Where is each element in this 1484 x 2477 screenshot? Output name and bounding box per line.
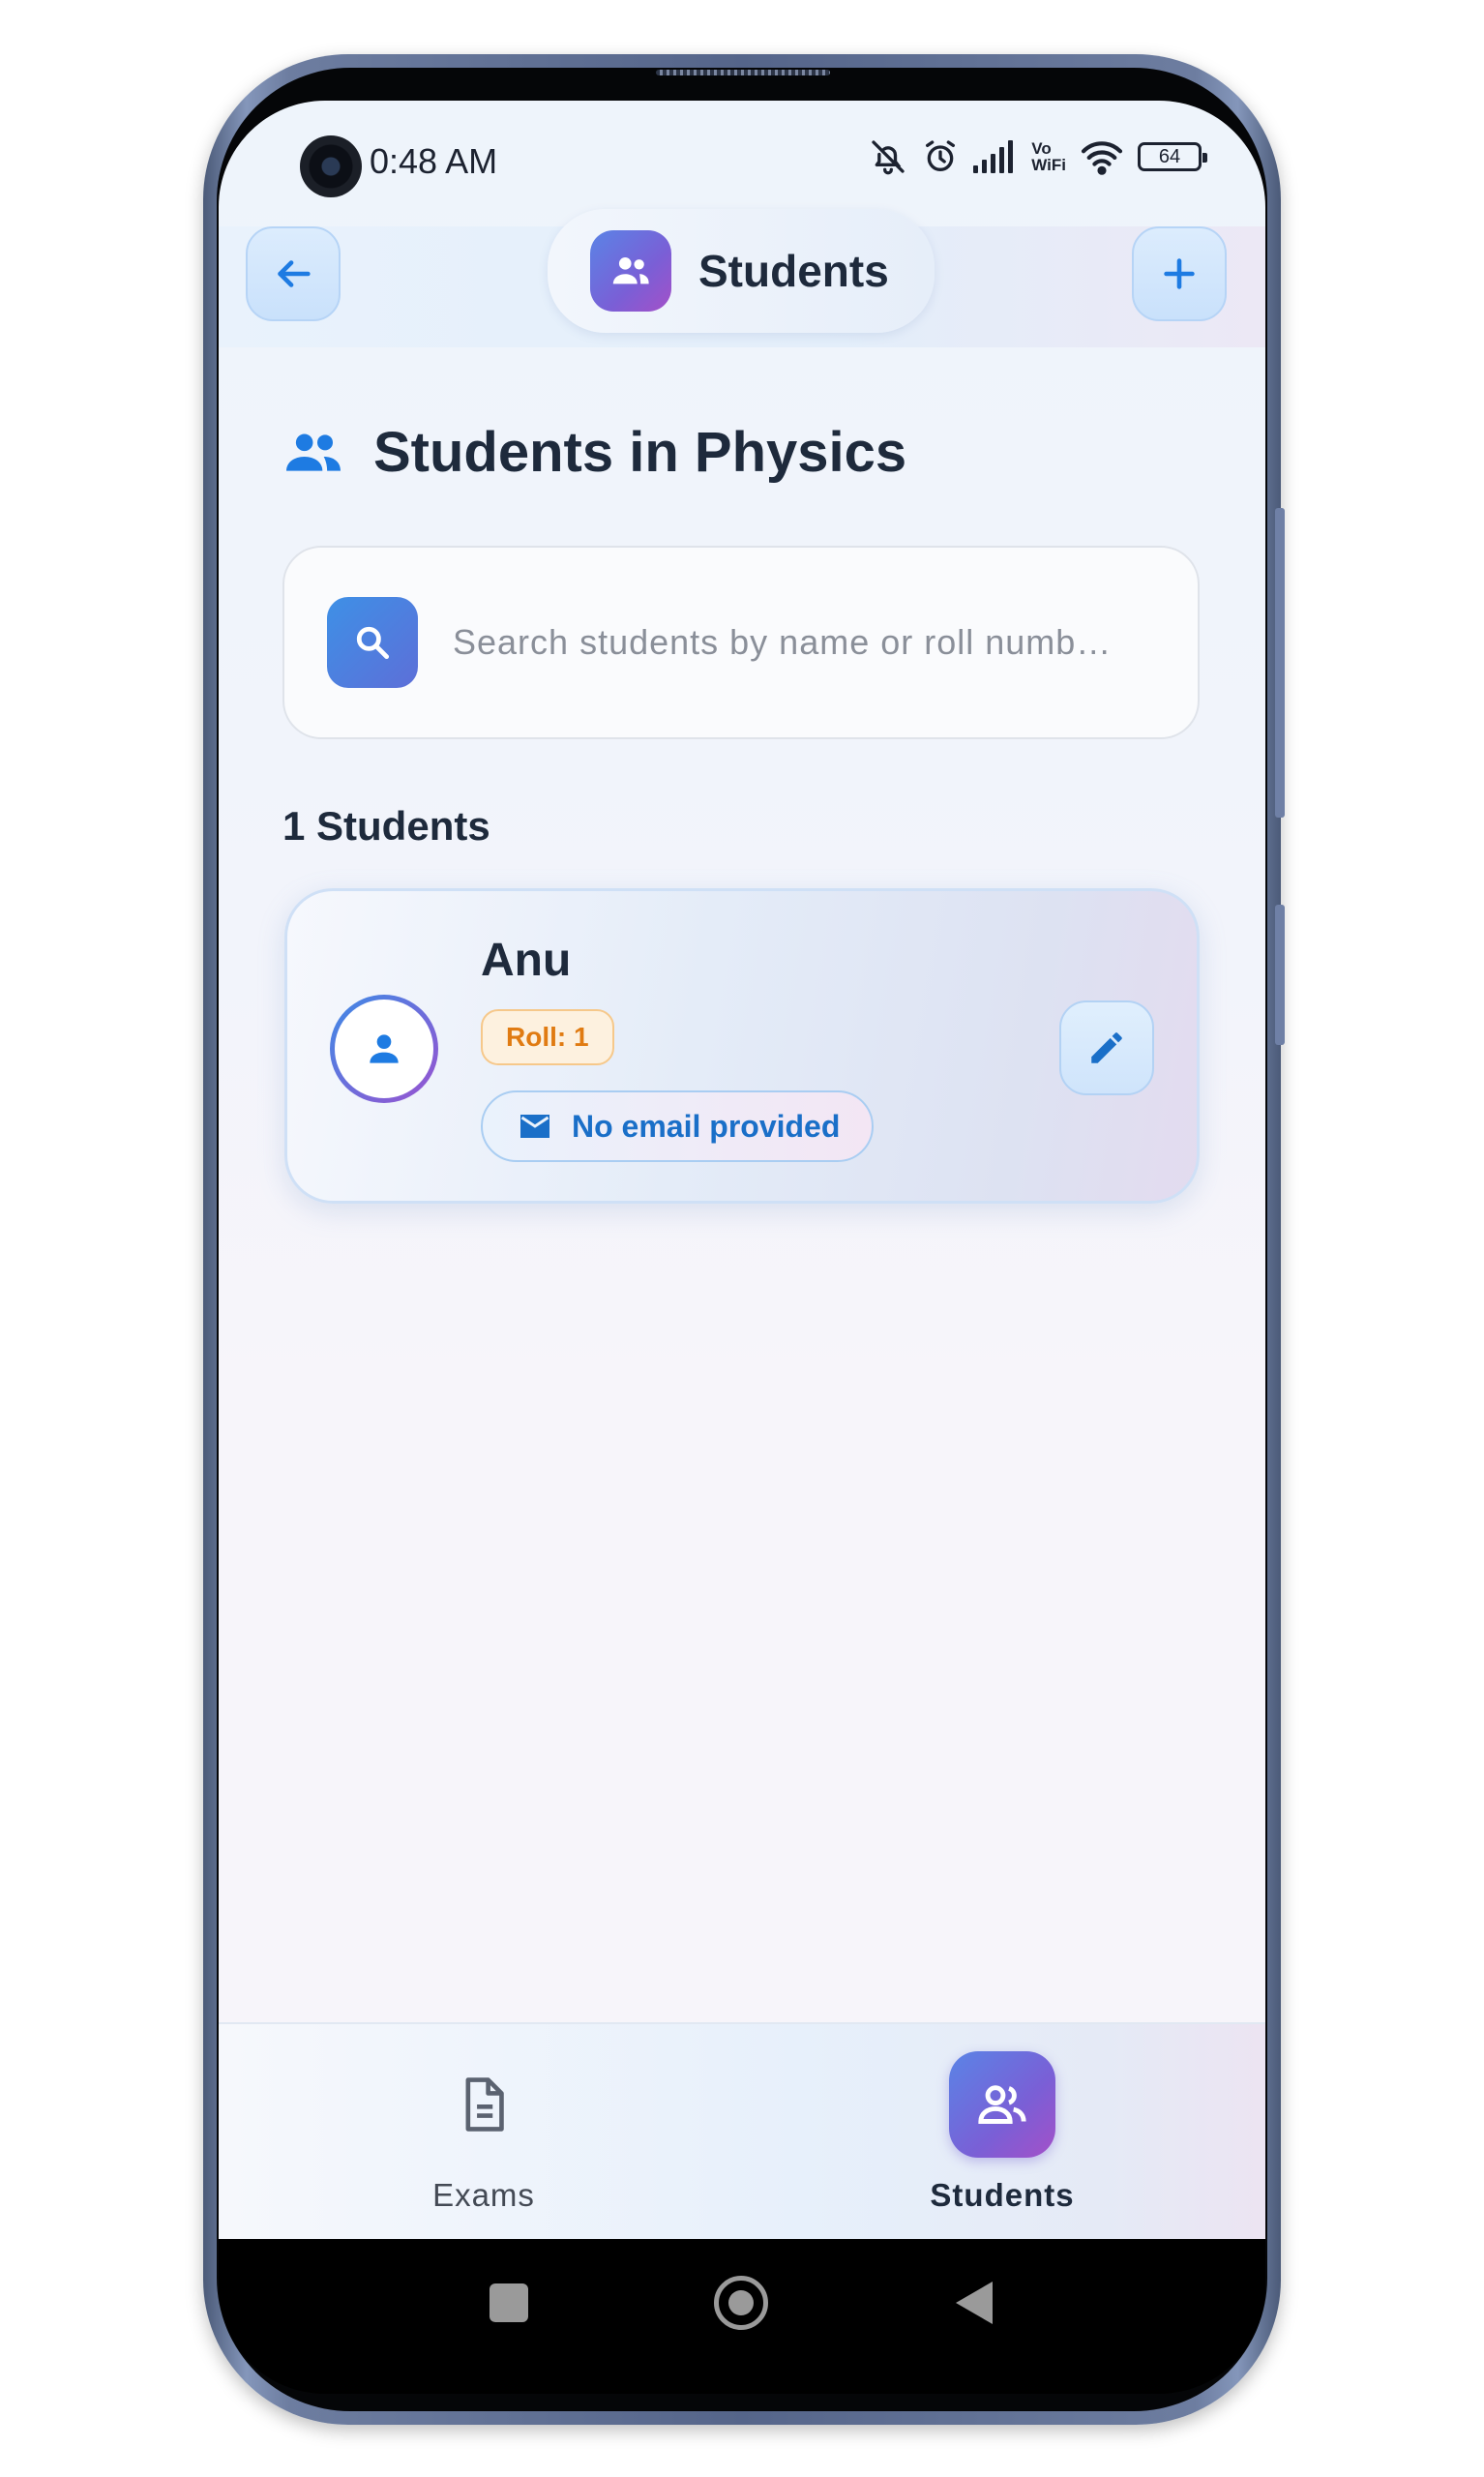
pencil-icon bbox=[1091, 1032, 1122, 1063]
status-time: 0:48 AM bbox=[370, 141, 498, 181]
search-icon[interactable] bbox=[327, 597, 418, 688]
group-icon bbox=[286, 433, 341, 471]
student-name: Anu bbox=[481, 935, 572, 986]
back-nav-button[interactable] bbox=[956, 2282, 993, 2324]
edit-student-button[interactable] bbox=[1059, 1000, 1154, 1095]
arrow-left-icon bbox=[278, 260, 311, 287]
bottom-navigation: Exams Students bbox=[219, 2022, 1265, 2239]
roll-badge: Roll: 1 bbox=[481, 1009, 614, 1065]
bell-off-icon bbox=[872, 140, 905, 175]
section-heading: Students in Physics bbox=[282, 420, 906, 485]
alarm-icon bbox=[926, 140, 956, 171]
signal-icon bbox=[973, 140, 1014, 173]
nav-label-students: Students bbox=[930, 2177, 1075, 2213]
power-button bbox=[1275, 905, 1285, 1045]
app-screen: 0:48 AM Vo WiFi 64 Students Students in … bbox=[219, 101, 1265, 2239]
battery-icon: 64 bbox=[1138, 142, 1207, 171]
wifi-icon bbox=[1081, 141, 1123, 175]
system-navigation-bar bbox=[219, 2239, 1265, 2394]
page-title: Students in Physics bbox=[373, 421, 907, 484]
group-icon bbox=[949, 2051, 1055, 2158]
app-title-pill: Students bbox=[548, 209, 935, 333]
vowifi-icon: Vo WiFi bbox=[1031, 140, 1066, 173]
back-button[interactable] bbox=[246, 226, 341, 321]
recents-button[interactable] bbox=[490, 2283, 528, 2322]
battery-level: 64 bbox=[1158, 146, 1181, 167]
group-icon bbox=[590, 230, 671, 312]
student-card[interactable]: Anu Roll: 1 No email provided bbox=[284, 888, 1200, 1204]
vowifi-top-text: Vo bbox=[1031, 139, 1052, 158]
mail-icon bbox=[520, 1115, 549, 1138]
nav-label-exams: Exams bbox=[432, 2177, 535, 2213]
email-chip: No email provided bbox=[481, 1090, 874, 1162]
status-icons: Vo WiFi 64 bbox=[869, 137, 1207, 176]
document-icon bbox=[430, 2051, 537, 2158]
vowifi-bottom-text: WiFi bbox=[1031, 156, 1066, 174]
status-bar: 0:48 AM Vo WiFi 64 bbox=[219, 101, 1265, 226]
home-button[interactable] bbox=[714, 2276, 768, 2330]
volume-button bbox=[1275, 508, 1285, 818]
add-student-button[interactable] bbox=[1132, 226, 1227, 321]
avatar bbox=[330, 995, 438, 1103]
app-title: Students bbox=[698, 246, 889, 296]
student-count: 1 Students bbox=[282, 803, 490, 849]
plus-icon bbox=[1164, 258, 1195, 289]
earpiece-speaker bbox=[656, 70, 830, 75]
search-bar bbox=[282, 546, 1200, 739]
person-icon bbox=[370, 1034, 399, 1063]
email-text: No email provided bbox=[572, 1108, 841, 1144]
search-input[interactable] bbox=[453, 622, 1169, 663]
front-camera bbox=[300, 135, 362, 197]
